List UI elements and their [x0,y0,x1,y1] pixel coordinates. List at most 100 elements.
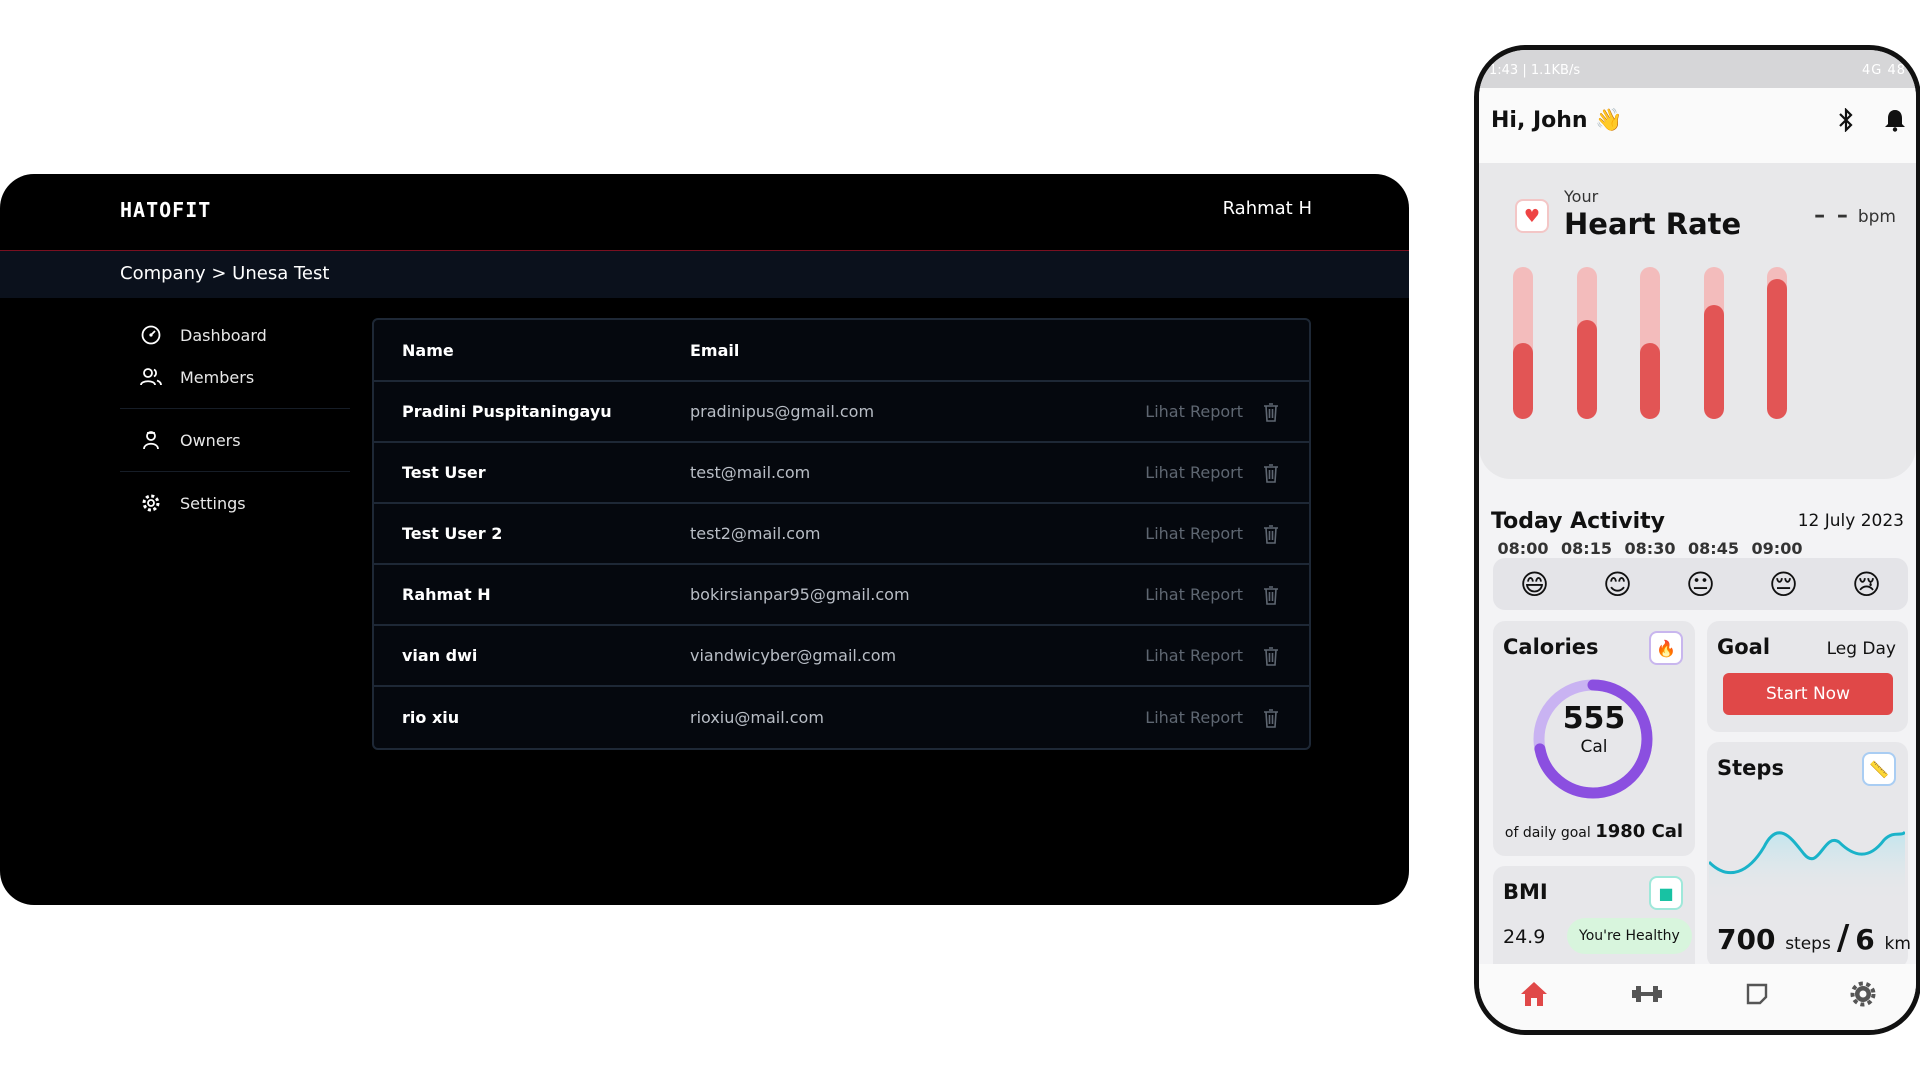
bell-icon[interactable] [1884,108,1906,138]
view-report-link[interactable]: Lihat Report [1145,708,1243,727]
member-name: Rahmat H [402,585,491,604]
home-icon[interactable] [1519,980,1549,1015]
mood-option[interactable]: 😊 [1603,568,1632,601]
trash-icon[interactable] [1263,524,1279,544]
settings-icon [140,492,162,514]
heart-rate-value: – – bpm [1814,203,1896,228]
divider [120,408,350,409]
sidebar-item-label: Settings [180,493,246,513]
table-row[interactable]: rio xiu rioxiu@mail.com Lihat Report [374,687,1309,748]
table-row[interactable]: Rahmat H bokirsianpar95@gmail.com Lihat Re… [374,565,1309,626]
view-report-link[interactable]: Lihat Report [1145,524,1243,543]
heart-rate-bar [1513,267,1533,419]
greeting: Hi, John 👋 [1491,108,1623,133]
member-name: Test User 2 [402,524,503,543]
sidebar-item-dashboard[interactable]: Dashboard [120,314,350,356]
goal-value: Leg Day [1826,639,1896,659]
member-name: Pradini Puspitaningayu [402,402,612,421]
trash-icon[interactable] [1263,585,1279,605]
member-name: rio xiu [402,708,460,727]
distance-unit: km [1884,934,1911,954]
heart-rate-bar [1703,267,1724,419]
gear-icon[interactable] [1850,981,1876,1014]
owners-icon [140,429,162,451]
calories-goal-value: 1980 Cal [1595,821,1684,842]
note-icon[interactable] [1745,982,1769,1013]
status-time: 1:43 | 1.1KB/s [1489,63,1581,78]
heart-rate-title: Heart Rate [1564,207,1742,241]
table-row[interactable]: Test User 2 test2@mail.com Lihat Report [374,504,1309,565]
breadcrumb[interactable]: Company > Unesa Test [120,263,329,284]
heart-rate-bars: 08:00 08:15 08:30 08:45 09:00 [1498,267,1883,558]
dashboard-icon [140,324,162,346]
sidebar-item-label: Members [180,367,255,387]
mobile-app-frame: 1:43 | 1.1KB/s 4G 48 Hi, John 👋 ♥ Your H… [1474,45,1920,1035]
today-activity-date: 12 July 2023 [1797,511,1904,531]
sidebar-item-label: Owners [180,430,241,450]
user-name[interactable]: Rahmat H [1223,198,1312,219]
goal-title: Goal [1717,635,1771,659]
steps-card[interactable]: Steps 📏 700 steps/6 km [1707,742,1911,968]
goal-card: Goal Leg Day Start Now [1707,621,1908,732]
view-report-link[interactable]: Lihat Report [1145,463,1243,482]
table-row[interactable]: Test User test@mail.com Lihat Report [374,443,1309,504]
status-indicators: 4G 48 [1861,63,1906,78]
table-row[interactable]: vian dwi viandwicyber@gmail.com Lihat Repo… [374,626,1309,687]
calories-value: 555 [1562,701,1626,736]
calories-goal: of daily goal 1980 Cal [1493,821,1695,842]
member-name: vian dwi [402,646,478,665]
ruler-icon: 📏 [1862,752,1896,786]
bmi-title: BMI [1503,880,1548,904]
brand-logo[interactable]: HATOFIT [120,198,211,222]
view-report-link[interactable]: Lihat Report [1145,402,1243,421]
steps-count: 700 [1717,923,1776,956]
app-header: Hi, John 👋 [1479,88,1916,163]
mood-selector: 😄 😊 😐 😔 😢 [1493,558,1908,610]
member-email: viandwicyber@gmail.com [690,646,897,665]
steps-title: Steps [1717,756,1784,780]
sidebar-item-members[interactable]: Members [120,356,350,398]
member-email: bokirsianpar95@gmail.com [690,585,910,604]
view-report-link[interactable]: Lihat Report [1145,646,1243,665]
sidebar-item-owners[interactable]: Owners [120,419,350,461]
view-report-link[interactable]: Lihat Report [1145,585,1243,604]
scale-icon: ■ [1649,876,1683,910]
trash-icon[interactable] [1263,402,1279,422]
member-name: Test User [402,463,486,482]
status-bar: 1:43 | 1.1KB/s 4G 48 [1479,50,1916,88]
heart-rate-bar [1767,267,1787,419]
mood-option[interactable]: 😢 [1852,568,1881,601]
bmi-status-badge: You're Healthy [1567,918,1692,954]
today-activity-title: Today Activity [1491,509,1665,534]
heart-rate-time-label: 08:45 [1688,539,1739,558]
heart-rate-card[interactable]: ♥ Your Heart Rate – – bpm 08:00 08:15 08:30… [1479,163,1916,558]
mood-option[interactable]: 😐 [1686,568,1715,601]
heart-icon: ♥ [1515,199,1549,233]
members-icon [140,366,162,388]
dashboard-window: HATOFIT Rahmat H Company > Unesa Test Da… [0,174,1409,905]
table-row[interactable]: Pradini Puspitaningayu pradinipus@gmail.c… [374,382,1309,443]
heart-rate-time-label: 08:15 [1561,539,1612,558]
sidebar-item-settings[interactable]: Settings [120,482,350,524]
heart-rate-bar-fill [1576,320,1597,419]
calories-goal-prefix: of daily goal [1504,825,1591,841]
heart-rate-bar-fill [1703,305,1724,419]
trash-icon[interactable] [1263,646,1279,666]
dumbbell-icon[interactable] [1630,982,1664,1012]
mood-option[interactable]: 😄 [1520,568,1549,601]
trash-icon[interactable] [1263,463,1279,483]
member-email: rioxiu@mail.com [690,708,824,727]
start-now-button[interactable]: Start Now [1723,673,1893,715]
bmi-card[interactable]: BMI ■ 24.9 You're Healthy [1493,866,1695,977]
mood-option[interactable]: 😔 [1769,568,1798,601]
heart-rate-time-label: 08:30 [1624,539,1676,558]
trash-icon[interactable] [1263,708,1279,728]
bluetooth-icon[interactable] [1838,107,1854,138]
calories-title: Calories [1503,635,1599,659]
steps-trend-chart [1709,830,1905,902]
member-email: pradinipus@gmail.com [690,402,875,421]
heart-rate-bar [1576,267,1597,419]
heart-rate-caption: Your [1564,187,1599,206]
sidebar: Dashboard Members Owners Settings [120,314,350,524]
calories-card[interactable]: Calories 🔥 555 Cal of daily goal 1980 Ca… [1493,621,1695,856]
